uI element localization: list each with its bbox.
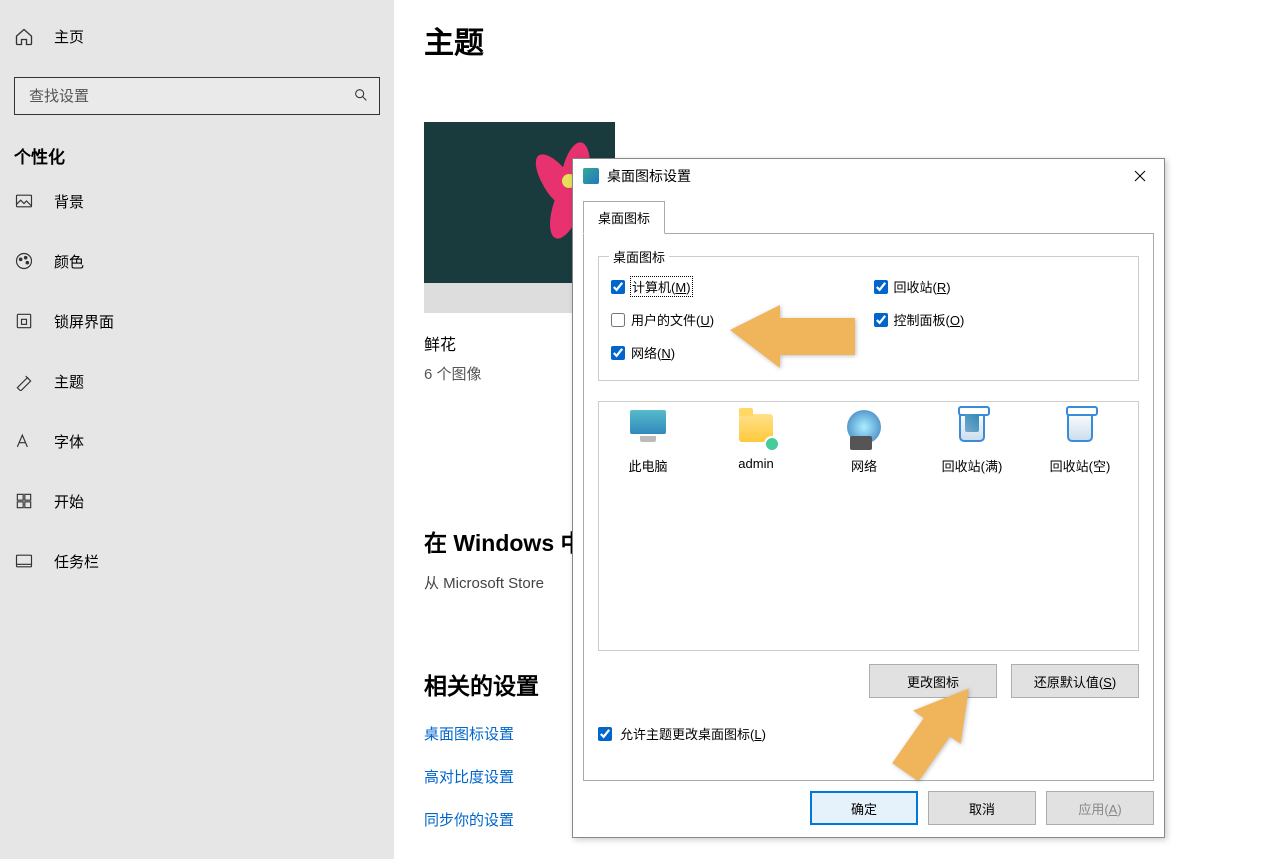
lockscreen-icon — [14, 311, 34, 331]
settings-sidebar: 主页 个性化 背景 颜色 锁屏界面 主题 字体 开始 任务栏 — [0, 0, 394, 859]
preview-user-folder[interactable]: admin — [711, 410, 801, 471]
sidebar-home-label: 主页 — [54, 26, 84, 47]
sidebar-home[interactable]: 主页 — [0, 14, 394, 59]
start-icon — [14, 491, 34, 511]
preview-network[interactable]: 网络 — [819, 410, 909, 475]
font-icon — [14, 431, 34, 451]
picture-icon — [14, 191, 34, 211]
tab-content: 桌面图标 计算机(M) 回收站(R) 用户的文件(U) — [583, 233, 1154, 781]
theme-icon — [14, 371, 34, 391]
icon-preview-list[interactable]: 此电脑 admin 网络 回收站(满) 回收站(空) — [598, 401, 1139, 651]
sidebar-item-label: 颜色 — [54, 251, 84, 272]
sidebar-item-themes[interactable]: 主题 — [0, 358, 394, 404]
this-pc-icon — [628, 410, 668, 448]
user-folder-icon — [736, 410, 776, 448]
checkbox-network-input[interactable] — [611, 346, 625, 360]
close-button[interactable] — [1120, 162, 1160, 190]
dialog-title-icon — [583, 168, 599, 184]
checkbox-user-files-input[interactable] — [611, 313, 625, 327]
desktop-icons-group: 桌面图标 计算机(M) 回收站(R) 用户的文件(U) — [598, 256, 1139, 381]
sidebar-item-label: 任务栏 — [54, 551, 99, 572]
checkbox-allow-theme-change-input[interactable] — [598, 727, 612, 741]
recycle-full-icon — [952, 410, 992, 448]
search-icon[interactable] — [343, 87, 379, 106]
search-input[interactable] — [15, 88, 343, 105]
page-title: 主题 — [424, 18, 1288, 62]
checkbox-recycle-bin[interactable]: 回收站(R) — [874, 277, 1127, 296]
sidebar-section-title: 个性化 — [0, 115, 394, 178]
sidebar-item-colors[interactable]: 颜色 — [0, 238, 394, 284]
checkbox-control-panel-input[interactable] — [874, 313, 888, 327]
sidebar-item-label: 字体 — [54, 431, 84, 452]
preview-recycle-empty[interactable]: 回收站(空) — [1035, 410, 1125, 475]
restore-defaults-button[interactable]: 还原默认值(S) — [1011, 664, 1139, 698]
checkbox-computer-input[interactable] — [611, 280, 625, 294]
desktop-icon-settings-dialog: 桌面图标设置 桌面图标 桌面图标 计算机(M) 回收站(R) — [572, 158, 1165, 838]
annotation-arrow-1 — [730, 300, 860, 390]
taskbar-icon — [14, 551, 34, 571]
apply-button[interactable]: 应用(A) — [1046, 791, 1154, 825]
sidebar-item-taskbar[interactable]: 任务栏 — [0, 538, 394, 584]
group-label: 桌面图标 — [609, 247, 669, 266]
sidebar-item-label: 主题 — [54, 371, 84, 392]
close-icon — [1134, 170, 1146, 182]
sidebar-item-lockscreen[interactable]: 锁屏界面 — [0, 298, 394, 344]
palette-icon — [14, 251, 34, 271]
sidebar-item-background[interactable]: 背景 — [0, 178, 394, 224]
annotation-arrow-2 — [870, 670, 980, 780]
sidebar-item-start[interactable]: 开始 — [0, 478, 394, 524]
sidebar-item-label: 开始 — [54, 491, 84, 512]
recycle-empty-icon — [1060, 410, 1100, 448]
preview-recycle-full[interactable]: 回收站(满) — [927, 410, 1017, 475]
search-box[interactable] — [14, 77, 380, 115]
ok-button[interactable]: 确定 — [810, 791, 918, 825]
sidebar-item-label: 背景 — [54, 191, 84, 212]
dialog-title: 桌面图标设置 — [607, 166, 1120, 186]
checkbox-computer[interactable]: 计算机(M) — [611, 277, 864, 296]
home-icon — [14, 27, 34, 47]
network-icon — [844, 410, 884, 448]
preview-this-pc[interactable]: 此电脑 — [603, 410, 693, 475]
checkbox-allow-theme-change[interactable]: 允许主题更改桌面图标(L) — [598, 724, 766, 743]
cancel-button[interactable]: 取消 — [928, 791, 1036, 825]
checkbox-recycle-bin-input[interactable] — [874, 280, 888, 294]
tab-desktop-icons[interactable]: 桌面图标 — [583, 201, 665, 234]
dialog-titlebar: 桌面图标设置 — [573, 159, 1164, 193]
sidebar-item-fonts[interactable]: 字体 — [0, 418, 394, 464]
sidebar-item-label: 锁屏界面 — [54, 311, 114, 332]
checkbox-control-panel[interactable]: 控制面板(O) — [874, 310, 1127, 329]
